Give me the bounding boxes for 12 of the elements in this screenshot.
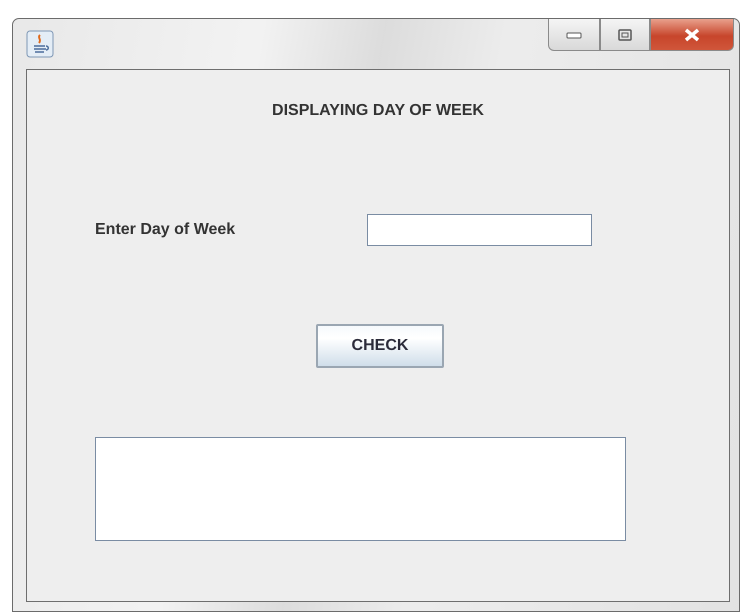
maximize-button[interactable] (600, 19, 650, 51)
maximize-icon (618, 28, 632, 40)
minimize-icon (566, 30, 582, 38)
field-label: Enter Day of Week (95, 221, 236, 239)
close-button[interactable] (650, 19, 734, 51)
java-cup-icon (26, 30, 54, 58)
minimize-button[interactable] (548, 19, 600, 51)
close-icon (683, 28, 701, 42)
input-field[interactable] (367, 214, 592, 246)
output-area[interactable] (95, 437, 626, 541)
check-button[interactable]: CHECK (316, 324, 444, 368)
heading: DISPLAYING DAY OF WEEK (272, 102, 484, 120)
